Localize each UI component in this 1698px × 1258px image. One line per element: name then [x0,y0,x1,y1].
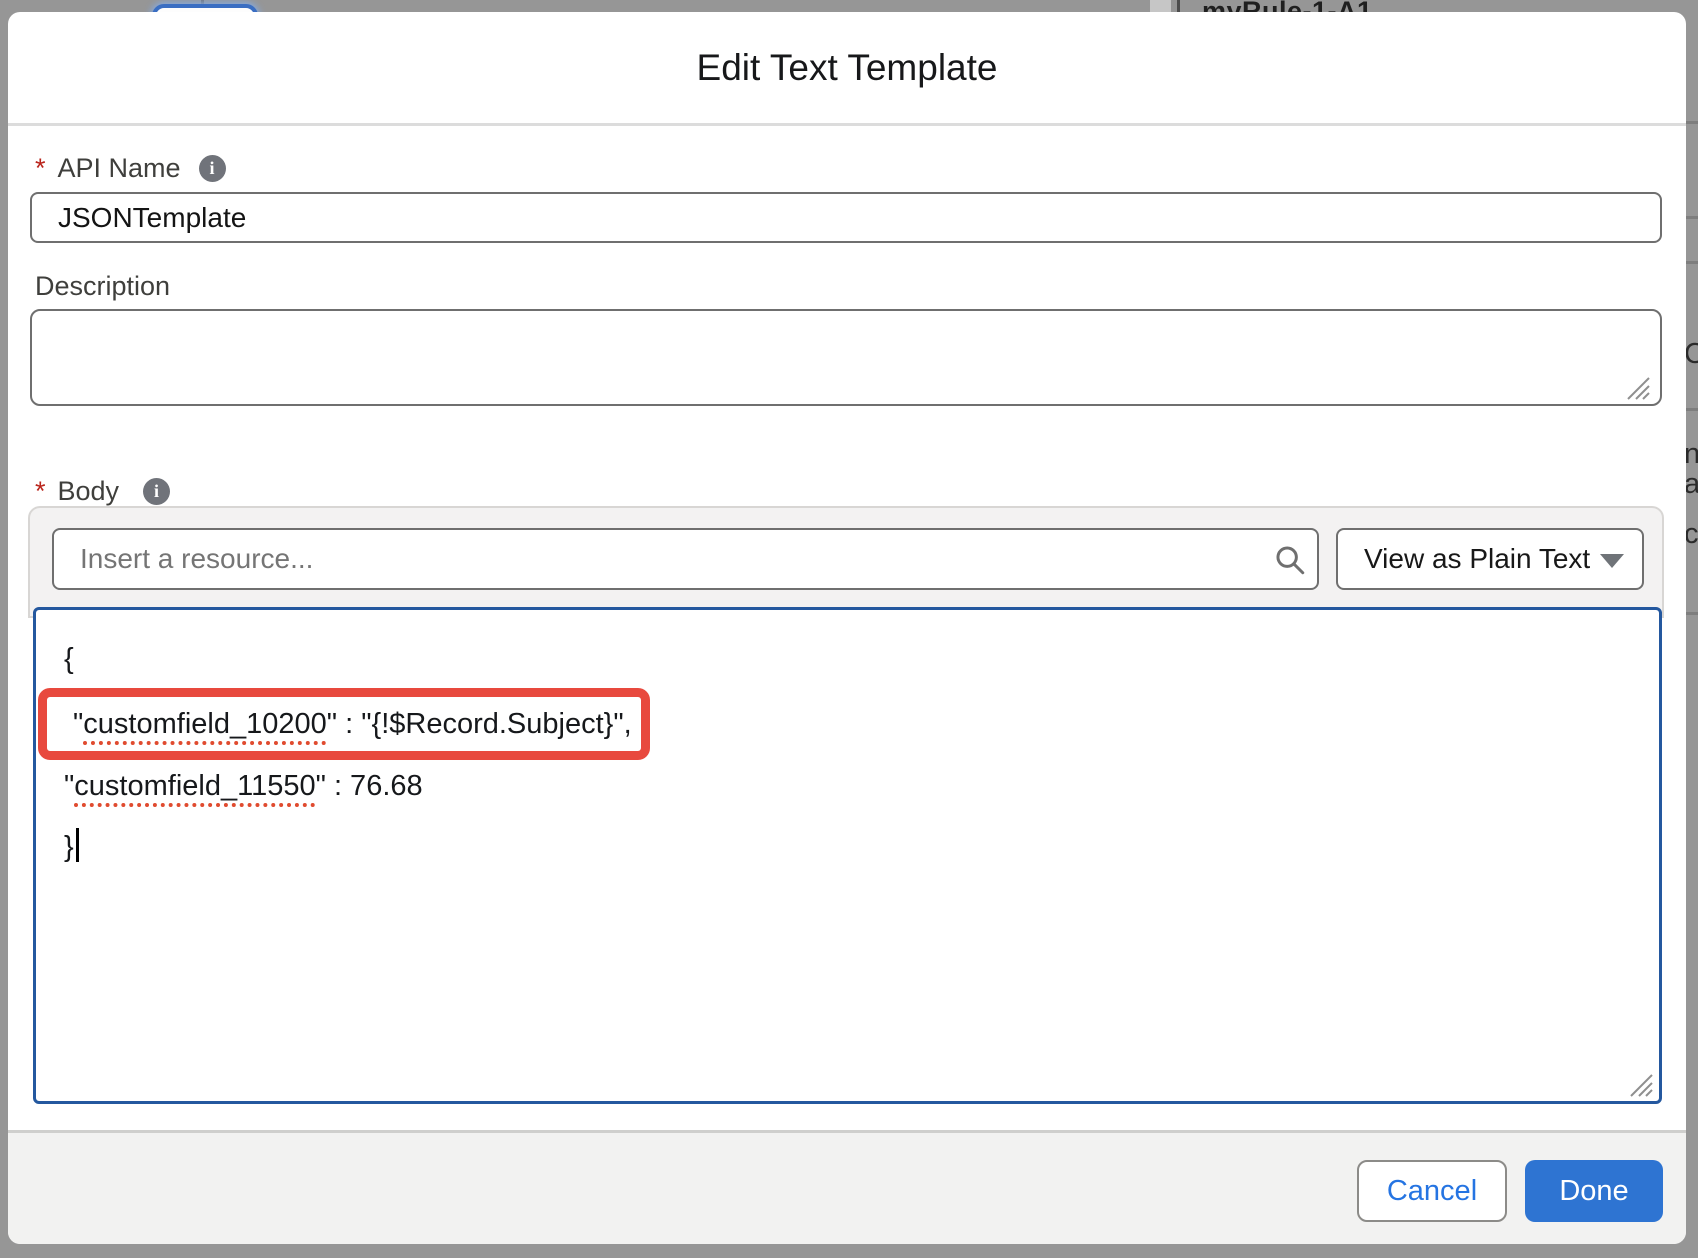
editor-line-close-brace: } [64,826,79,868]
api-name-label-row: * API Name i [35,153,226,184]
right-edge-text-fragment: ne [1684,438,1698,471]
right-edge-divider [1686,408,1698,411]
editor-line-customfield-10200: "customfield_10200" : "{!$Record.Subject… [73,697,632,751]
info-icon[interactable]: i [143,478,170,505]
misspelled-word: customfield_10200 [83,708,326,740]
background-panel-edge [1150,0,1171,12]
api-name-input[interactable] [30,192,1662,243]
editor-resize-handle[interactable] [1627,1071,1655,1099]
description-label-row: Description [35,271,170,302]
right-edge-divider [1686,612,1698,615]
description-textarea[interactable] [30,309,1662,406]
description-label: Description [35,271,170,302]
dialog-title: Edit Text Template [8,12,1686,123]
quote-char: " [64,770,74,802]
body-label-row: * Body i [35,476,170,507]
view-mode-label: View as Plain Text [1364,530,1590,588]
search-icon [1273,543,1307,577]
description-resize-handle[interactable] [1624,374,1652,402]
highlight-red-box: "customfield_10200" : "{!$Record.Subject… [38,688,650,760]
right-edge-divider [1686,261,1698,264]
right-edge-text-fragment: a [1684,468,1698,501]
quote-char: " [73,708,83,740]
misspelled-word: customfield_11550 [74,770,315,802]
required-asterisk: * [35,476,46,507]
line-remainder: " : "{!$Record.Subject}", [327,708,632,740]
line-remainder: " : 76.68 [316,770,423,802]
chevron-down-icon [1600,554,1624,568]
background-divider [1177,0,1180,12]
right-edge-divider [1686,121,1698,124]
text-cursor [76,828,79,862]
screen: myRule-1-A1 C ne a c Edit Text Template … [0,0,1698,1258]
required-asterisk: * [35,153,46,184]
background-right-edge: C ne a c [1686,0,1698,1258]
api-name-label: API Name [58,153,181,184]
edit-text-template-dialog: Edit Text Template * API Name i Descript… [8,12,1686,1244]
body-label: Body [58,476,120,507]
body-text-editor[interactable]: { "customfield_10200" : "{!$Record.Subje… [33,607,1662,1104]
insert-resource-input[interactable] [52,528,1319,590]
dialog-footer: Cancel Done [8,1133,1686,1244]
close-brace: } [64,831,74,863]
editor-line-open-brace: { [64,638,74,680]
right-edge-text-fragment: C [1684,338,1698,371]
right-edge-text-fragment: c [1684,518,1698,551]
editor-line-customfield-11550: "customfield_11550" : 76.68 [64,765,423,807]
cancel-button[interactable]: Cancel [1357,1160,1507,1222]
dialog-header: Edit Text Template [8,12,1686,126]
view-mode-dropdown[interactable]: View as Plain Text [1336,528,1644,590]
done-button[interactable]: Done [1525,1160,1663,1222]
right-edge-divider [1686,216,1698,219]
info-icon[interactable]: i [199,155,226,182]
